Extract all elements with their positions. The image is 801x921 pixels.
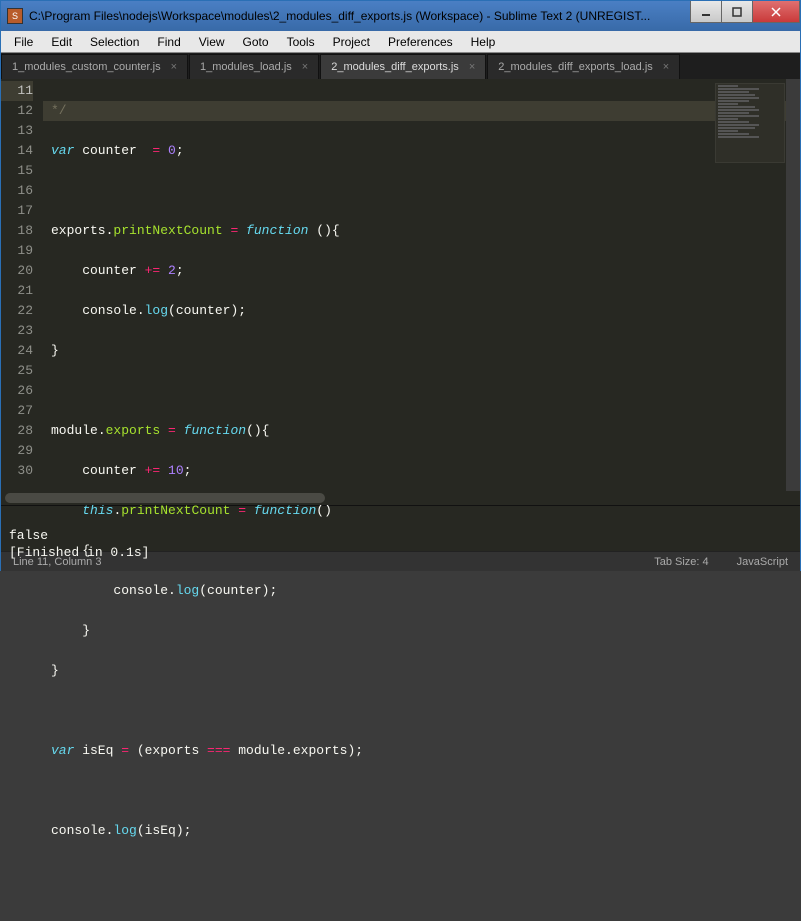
horizontal-scrollbar[interactable] <box>1 491 800 505</box>
window-title: C:\Program Files\nodejs\Workspace\module… <box>29 9 691 23</box>
close-icon[interactable]: × <box>469 61 475 73</box>
menu-file[interactable]: File <box>5 33 42 51</box>
tab-file-1[interactable]: 1_modules_custom_counter.js× <box>1 54 188 79</box>
editor[interactable]: 1112131415161718192021222324252627282930… <box>1 79 800 491</box>
close-icon[interactable]: × <box>171 61 177 73</box>
menu-tools[interactable]: Tools <box>278 33 324 51</box>
menu-edit[interactable]: Edit <box>42 33 81 51</box>
vertical-scrollbar[interactable] <box>786 79 800 491</box>
code-area[interactable]: */ var counter = 0; exports.printNextCou… <box>43 79 786 491</box>
menu-help[interactable]: Help <box>462 33 505 51</box>
menu-goto[interactable]: Goto <box>234 33 278 51</box>
scrollbar-thumb[interactable] <box>5 493 325 503</box>
tab-file-3[interactable]: 2_modules_diff_exports.js× <box>320 54 486 79</box>
app-icon: S <box>7 8 23 24</box>
window-controls <box>691 1 800 23</box>
tab-file-4[interactable]: 2_modules_diff_exports_load.js× <box>487 54 680 79</box>
window-titlebar: S C:\Program Files\nodejs\Workspace\modu… <box>1 1 800 31</box>
menu-view[interactable]: View <box>190 33 234 51</box>
menu-find[interactable]: Find <box>148 33 189 51</box>
tab-bar: 1_modules_custom_counter.js× 1_modules_l… <box>1 53 800 79</box>
minimize-button[interactable] <box>690 1 722 23</box>
menu-bar: File Edit Selection Find View Goto Tools… <box>1 31 800 53</box>
line-number-gutter[interactable]: 1112131415161718192021222324252627282930 <box>1 79 43 491</box>
menu-project[interactable]: Project <box>324 33 379 51</box>
maximize-button[interactable] <box>721 1 753 23</box>
menu-selection[interactable]: Selection <box>81 33 148 51</box>
close-icon[interactable]: × <box>302 61 308 73</box>
menu-preferences[interactable]: Preferences <box>379 33 462 51</box>
close-button[interactable] <box>752 1 800 23</box>
minimap[interactable] <box>715 83 785 163</box>
tab-file-2[interactable]: 1_modules_load.js× <box>189 54 319 79</box>
close-icon[interactable]: × <box>663 61 669 73</box>
